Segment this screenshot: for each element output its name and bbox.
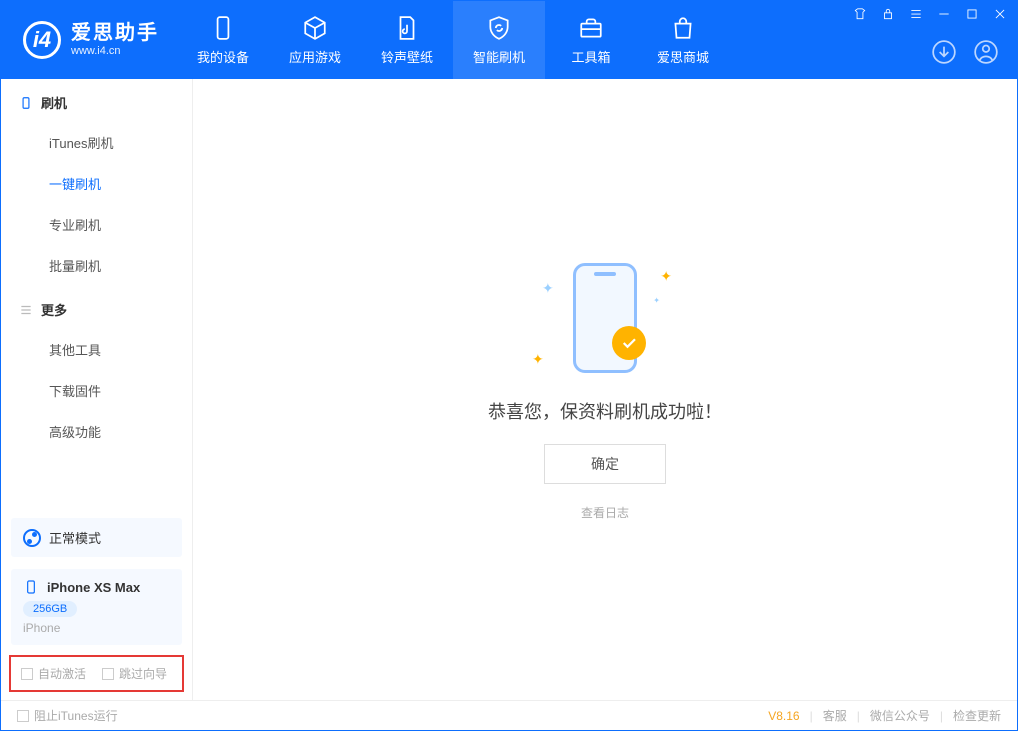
checkbox-block-itunes[interactable]: 阻止iTunes运行 xyxy=(17,707,118,724)
sparkle-icon: ✦ xyxy=(542,280,554,297)
cube-icon xyxy=(302,15,328,41)
sidebar-item-pro-flash[interactable]: 专业刷机 xyxy=(1,204,192,245)
shirt-icon[interactable] xyxy=(853,7,867,21)
lock-icon[interactable] xyxy=(881,7,895,21)
sparkle-icon: ✦ xyxy=(653,296,660,305)
sidebar-group-more: 更多 xyxy=(1,286,192,329)
header-right-icons xyxy=(931,39,999,65)
footer-link-update[interactable]: 检查更新 xyxy=(953,707,1001,724)
app-header: i4 爱思助手 www.i4.cn 我的设备 应用游戏 铃声壁纸 智能刷机 工具… xyxy=(1,1,1017,79)
device-mode-box[interactable]: 正常模式 xyxy=(11,518,182,557)
main-content: ✦ ✦ ✦ ✦ 恭喜您，保资料刷机成功啦！ 确定 查看日志 xyxy=(193,79,1017,700)
shopping-bag-icon xyxy=(670,15,696,41)
sidebar-item-batch-flash[interactable]: 批量刷机 xyxy=(1,245,192,286)
nav-ringtones-wallpaper[interactable]: 铃声壁纸 xyxy=(361,1,453,79)
minimize-icon[interactable] xyxy=(937,7,951,21)
shield-refresh-icon xyxy=(486,15,512,41)
nav-label: 应用游戏 xyxy=(289,47,341,66)
nav-label: 我的设备 xyxy=(197,47,249,66)
list-icon xyxy=(19,303,33,317)
music-file-icon xyxy=(394,15,420,41)
toolbox-icon xyxy=(578,15,604,41)
nav-label: 爱思商城 xyxy=(657,47,709,66)
app-title: 爱思助手 xyxy=(71,22,159,45)
check-badge-icon xyxy=(612,326,646,360)
download-icon[interactable] xyxy=(931,39,957,65)
version-label: V8.16 xyxy=(768,709,799,723)
nav-apps-games[interactable]: 应用游戏 xyxy=(269,1,361,79)
app-subtitle: www.i4.cn xyxy=(71,45,159,58)
nav-label: 智能刷机 xyxy=(473,47,525,66)
nav-smart-flash[interactable]: 智能刷机 xyxy=(453,1,545,79)
sidebar-item-download-firmware[interactable]: 下载固件 xyxy=(1,370,192,411)
sidebar-item-itunes-flash[interactable]: iTunes刷机 xyxy=(1,122,192,163)
checkbox-skip-guide[interactable]: 跳过向导 xyxy=(102,665,167,682)
device-info-box[interactable]: iPhone XS Max 256GB iPhone xyxy=(11,569,182,645)
sidebar-item-other-tools[interactable]: 其他工具 xyxy=(1,329,192,370)
status-bar: 阻止iTunes运行 V8.16 | 客服 | 微信公众号 | 检查更新 xyxy=(1,700,1017,730)
window-controls xyxy=(853,7,1007,21)
phone-outline-icon xyxy=(23,579,39,595)
nav-store[interactable]: 爱思商城 xyxy=(637,1,729,79)
ok-button[interactable]: 确定 xyxy=(544,444,666,484)
checkbox-auto-activate[interactable]: 自动激活 xyxy=(21,665,86,682)
highlighted-options-box: 自动激活 跳过向导 xyxy=(9,655,184,692)
nav-label: 铃声壁纸 xyxy=(381,47,433,66)
phone-icon xyxy=(210,15,236,41)
sidebar-group-flash: 刷机 xyxy=(1,79,192,122)
footer-link-wechat[interactable]: 微信公众号 xyxy=(870,707,930,724)
app-logo: i4 爱思助手 www.i4.cn xyxy=(1,1,177,79)
device-name: iPhone XS Max xyxy=(47,580,140,595)
footer-link-support[interactable]: 客服 xyxy=(823,707,847,724)
mode-icon xyxy=(23,529,41,547)
top-nav: 我的设备 应用游戏 铃声壁纸 智能刷机 工具箱 爱思商城 xyxy=(177,1,729,79)
sidebar: 刷机 iTunes刷机 一键刷机 专业刷机 批量刷机 更多 其他工具 下载固件 … xyxy=(1,79,193,700)
success-illustration: ✦ ✦ ✦ ✦ xyxy=(520,258,690,378)
close-icon[interactable] xyxy=(993,7,1007,21)
nav-my-device[interactable]: 我的设备 xyxy=(177,1,269,79)
success-message: 恭喜您，保资料刷机成功啦！ xyxy=(488,398,722,424)
sparkle-icon: ✦ xyxy=(660,268,672,285)
sidebar-item-advanced[interactable]: 高级功能 xyxy=(1,411,192,452)
device-storage-badge: 256GB xyxy=(23,601,77,617)
mode-label: 正常模式 xyxy=(49,528,101,547)
menu-icon[interactable] xyxy=(909,7,923,21)
sparkle-icon: ✦ xyxy=(532,351,544,368)
app-body: 刷机 iTunes刷机 一键刷机 专业刷机 批量刷机 更多 其他工具 下载固件 … xyxy=(1,79,1017,700)
maximize-icon[interactable] xyxy=(965,7,979,21)
user-icon[interactable] xyxy=(973,39,999,65)
view-log-link[interactable]: 查看日志 xyxy=(581,504,629,521)
nav-toolbox[interactable]: 工具箱 xyxy=(545,1,637,79)
logo-icon: i4 xyxy=(23,21,61,59)
nav-label: 工具箱 xyxy=(571,47,610,66)
device-icon xyxy=(19,96,33,110)
sidebar-item-oneclick-flash[interactable]: 一键刷机 xyxy=(1,163,192,204)
device-type: iPhone xyxy=(23,621,170,635)
